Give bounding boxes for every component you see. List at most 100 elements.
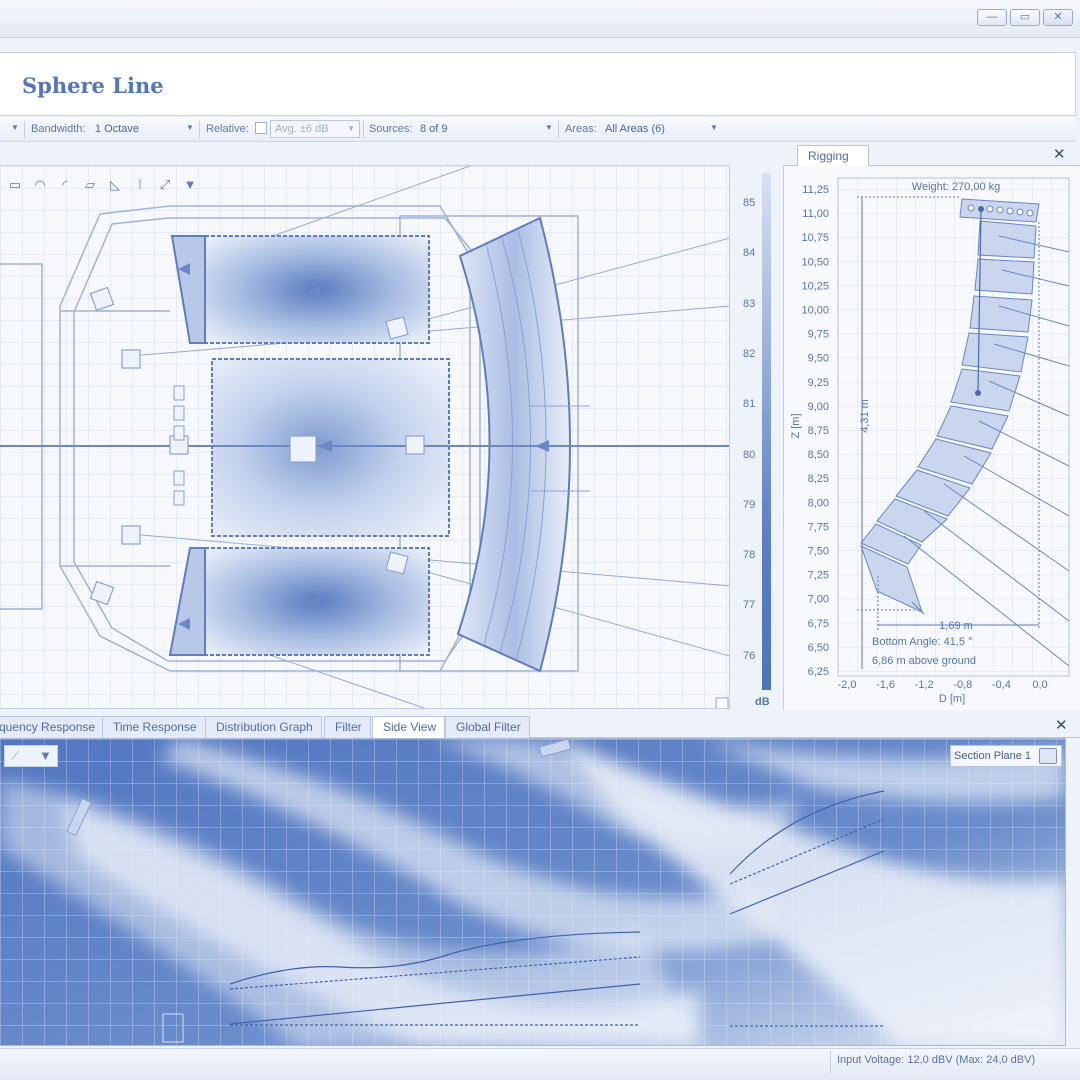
bottom-tabbar: quency Response Time Response Distributi… (0, 714, 1080, 738)
rigging-weight: Weight: 270,00 kg (912, 181, 1000, 193)
side-view-heatmap (0, 739, 1065, 1045)
rigging-y-tick: 8,75 (808, 425, 829, 437)
status-divider (830, 1051, 831, 1073)
sources-label: Sources: (369, 123, 413, 135)
rigging-y-tick: 10,00 (801, 305, 829, 317)
line-array-icon[interactable]: ⦚ (131, 176, 149, 194)
rigging-y-tick: 7,00 (808, 594, 829, 606)
rigging-y-tick: 11,25 (802, 184, 829, 196)
bandwidth-select[interactable]: 1 Octave (95, 123, 139, 135)
tab-distribution-graph[interactable]: Distribution Graph (205, 716, 322, 738)
tab-rigging[interactable]: Rigging (797, 145, 869, 166)
venue-plan (0, 166, 729, 708)
rigging-height-dim: 4,31 m (859, 399, 871, 433)
side-view[interactable]: ⟋ ▼ Section Plane 1 (0, 738, 1066, 1046)
rigging-y-tick: 6,75 (808, 618, 829, 630)
toolbar: ▼ Bandwidth: 1 Octave ▼ Relative: Avg. ±… (0, 117, 1076, 142)
arc-area-icon[interactable]: ◠ (31, 176, 49, 194)
corner-area-icon[interactable]: ◺ (106, 176, 124, 194)
tab-time-response[interactable]: Time Response (102, 716, 206, 738)
scale-tick: 81 (743, 398, 756, 410)
chevron-down-icon[interactable]: ▼ (11, 123, 19, 132)
color-scale-bar (762, 173, 771, 690)
speaker-icon[interactable]: ▼ (39, 748, 52, 763)
scale-tick: 78 (743, 549, 756, 561)
measure-icon[interactable]: ⤢ (156, 176, 174, 194)
maximize-icon[interactable]: ▭ (1010, 9, 1040, 26)
rigging-x-tick: -1,2 (915, 679, 934, 691)
avg-select-value: Avg. ±6 dB (275, 123, 329, 135)
title-bar: — ▭ ✕ (0, 0, 1080, 38)
tab-global-filter[interactable]: Global Filter (445, 716, 530, 738)
section-plane-label[interactable]: Section Plane 1 (950, 745, 1062, 767)
rigging-y-tick: 8,00 (808, 497, 829, 509)
close-icon[interactable]: ✕ (1043, 9, 1073, 26)
rigging-y-tick: 10,25 (801, 280, 829, 292)
tab-frequency-response[interactable]: quency Response (0, 716, 105, 738)
scale-tick: 84 (743, 247, 756, 259)
rigging-x-tick: -2,0 (838, 679, 857, 691)
scale-unit: dB (755, 696, 770, 708)
rigging-x-tick: -1,6 (876, 679, 895, 691)
chevron-down-icon: ▼ (347, 124, 355, 133)
scale-tick: 82 (743, 348, 756, 360)
chevron-down-icon[interactable]: ▼ (545, 123, 553, 132)
app-title: Sphere Line (22, 73, 164, 98)
plan-tools: ▭ ◠ ◜ ▱ ◺ ⦚ ⤢ ▼ (6, 174, 199, 196)
bandwidth-label: Bandwidth: (31, 123, 86, 135)
rigging-x-tick: -0,8 (953, 679, 972, 691)
scale-tick: 77 (743, 599, 756, 611)
close-icon[interactable]: ✕ (1055, 716, 1068, 734)
tab-side-view[interactable]: Side View (372, 716, 446, 738)
relative-checkbox[interactable] (255, 122, 267, 134)
areas-label: Areas: (565, 123, 597, 135)
toolbar-separator (363, 121, 364, 138)
line-tool-icon[interactable]: ⟋ (11, 749, 19, 764)
section-plane-text: Section Plane 1 (954, 750, 1032, 762)
rigging-x-tick: -0,4 (992, 679, 1011, 691)
rigging-width-dim: 1,69 m (939, 620, 973, 632)
rect-area-icon[interactable]: ▭ (6, 176, 24, 194)
close-icon[interactable]: ✕ (1053, 145, 1066, 163)
toolbar-separator (558, 121, 559, 138)
chevron-down-icon[interactable]: ▼ (186, 123, 194, 132)
scale-tick: 80 (743, 449, 756, 461)
plan-view[interactable]: ▭ ◠ ◜ ▱ ◺ ⦚ ⤢ ▼ (0, 165, 730, 709)
rigging-y-tick: 6,50 (808, 642, 829, 654)
rigging-y-tick: 11,00 (802, 208, 829, 220)
rigging-panel: 11,25 11,00 10,75 10,50 10,25 10,00 9,75 9,50 9,… (783, 166, 1080, 710)
scale-tick: 76 (743, 650, 756, 662)
rigging-y-tick: 7,75 (808, 521, 829, 533)
scale-tick: 79 (743, 499, 756, 511)
trapezoid-area-icon[interactable]: ▱ (81, 176, 99, 194)
rigging-y-tick: 9,50 (808, 353, 829, 365)
rigging-graph: 11,25 11,00 10,75 10,50 10,25 10,00 9,75 9,50 9,… (790, 177, 1070, 705)
scale-tick: 85 (743, 197, 756, 209)
rigging-y-tick: 10,50 (801, 256, 829, 268)
rigging-y-tick: 6,25 (808, 666, 829, 678)
rigging-above-ground: 6,86 m above ground (872, 655, 976, 667)
rigging-y-tick: 9,00 (808, 401, 829, 413)
chevron-down-icon[interactable]: ▼ (710, 123, 718, 132)
input-voltage-status: Input Voltage: 12,0 dBV (Max: 24,0 dBV) (837, 1054, 1036, 1066)
minimize-icon[interactable]: — (977, 9, 1007, 26)
scale-tick: 83 (743, 298, 756, 310)
rigging-bottom-angle: Bottom Angle: 41,5 ° (872, 636, 972, 648)
toolbar-separator (24, 121, 25, 138)
relative-label: Relative: (206, 123, 249, 135)
side-view-tools: ⟋ ▼ (4, 745, 58, 767)
status-bar: Input Voltage: 12,0 dBV (Max: 24,0 dBV) (0, 1048, 1080, 1080)
avg-select[interactable]: Avg. ±6 dB ▼ (270, 120, 360, 138)
areas-select[interactable]: All Areas (6) (605, 123, 665, 135)
curve-area-icon[interactable]: ◜ (56, 176, 74, 194)
toolbar-separator (199, 121, 200, 138)
rigging-x-tick: 0,0 (1032, 679, 1047, 691)
speaker-icon[interactable]: ▼ (181, 176, 199, 194)
sources-select[interactable]: 8 of 9 (420, 123, 448, 135)
rigging-y-tick: 7,50 (808, 546, 829, 558)
lock-icon[interactable] (1039, 748, 1057, 764)
tab-filter[interactable]: Filter (324, 716, 371, 738)
rigging-y-tick: 9,75 (808, 329, 829, 341)
rigging-y-tick: 10,75 (801, 232, 829, 244)
rigging-tabbar: Rigging ✕ (783, 142, 1080, 166)
